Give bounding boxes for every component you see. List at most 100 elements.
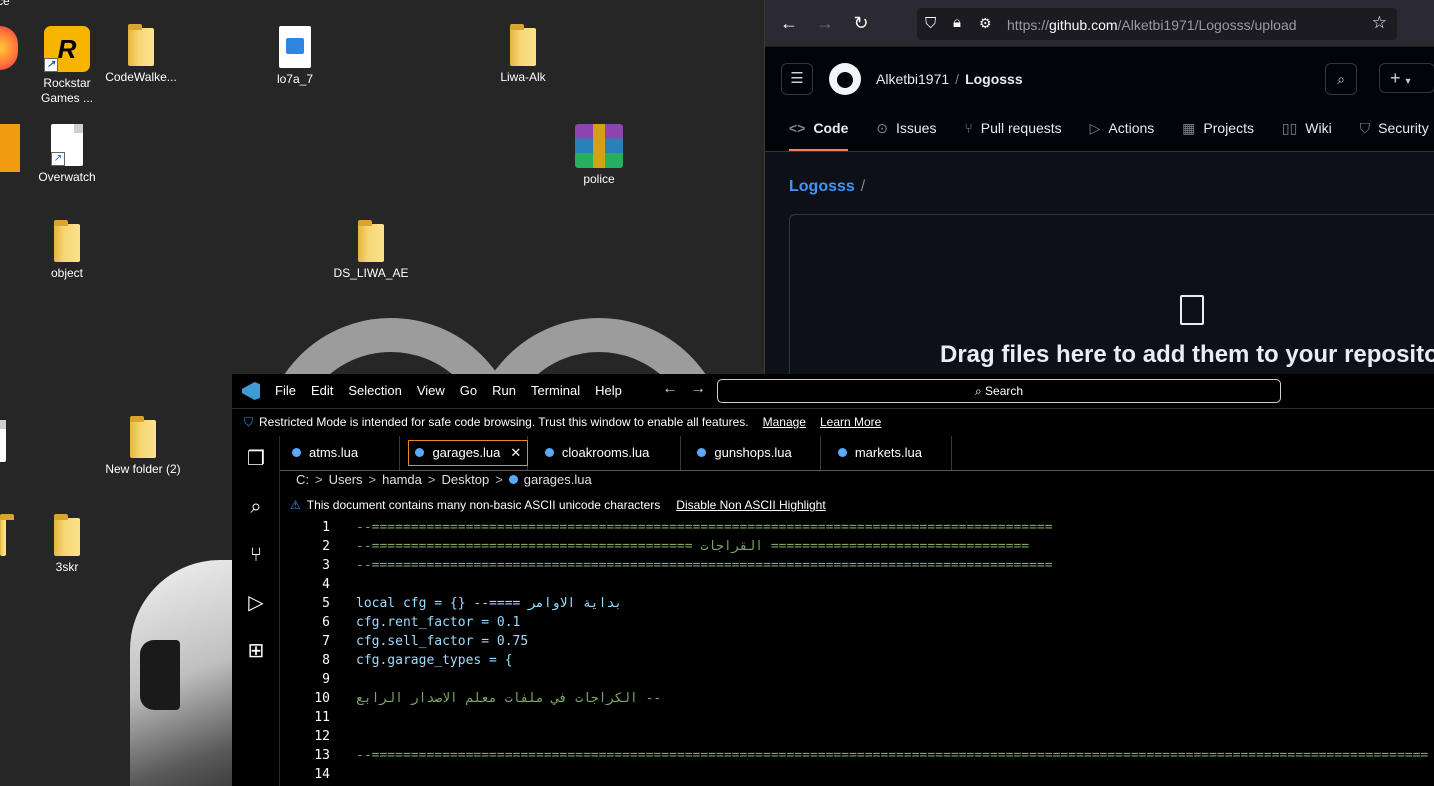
menu-edit[interactable]: Edit: [311, 383, 333, 398]
warning-text: This document contains many non-basic AS…: [306, 498, 661, 512]
disable-ascii-highlight-link[interactable]: Disable Non ASCII Highlight: [676, 498, 825, 512]
url-bar[interactable]: ⛉ 🔒︎ ⚙ https://github.com/Alketbi1971/Lo…: [917, 8, 1397, 40]
desktop-icon-new-folder-2[interactable]: New folder (2): [100, 416, 186, 477]
manage-link[interactable]: Manage: [763, 415, 806, 429]
tab-pull-requests[interactable]: ⑂ Pull requests: [964, 109, 1061, 149]
shield-icon: ⛉: [1359, 120, 1371, 136]
desktop-icon-label: lo7a_7: [276, 72, 314, 86]
tab-issues[interactable]: ⊙ Issues: [876, 109, 936, 149]
hamburger-menu-icon[interactable]: ☰: [781, 63, 813, 95]
desktop-icon-file-partial[interactable]: es: [0, 420, 20, 481]
desktop-icon-3skr[interactable]: 3skr: [24, 514, 110, 575]
line-number: 4: [322, 577, 330, 592]
play-icon: ▷: [1089, 120, 1101, 136]
tab-code[interactable]: <> Code: [789, 109, 849, 151]
desktop-icon-liwa-alk[interactable]: Liwa-Alk: [480, 24, 566, 85]
forward-arrow-icon[interactable]: →: [690, 380, 706, 397]
code-line: 12: [280, 727, 1434, 746]
search-icon[interactable]: ⌕: [1325, 63, 1357, 95]
desktop-icon-police[interactable]: police: [556, 124, 642, 187]
menu-help[interactable]: Help: [595, 383, 622, 398]
code-editor[interactable]: 1 --=====================================…: [280, 518, 1434, 786]
desktop-icon-object[interactable]: object: [24, 220, 110, 281]
tab-wiki[interactable]: ▯▯ Wiki: [1282, 109, 1332, 149]
tab-markets-lua[interactable]: markets.lua: [826, 436, 952, 470]
tab-cloakrooms-lua[interactable]: cloakrooms.lua: [533, 436, 681, 470]
search-icon[interactable]: ⌕: [243, 494, 269, 520]
desktop-icon-app-partial[interactable]: M: [0, 124, 20, 191]
chevron-right-icon: >: [495, 472, 503, 487]
non-ascii-warning: ⚠ This document contains many non-basic A…: [290, 494, 826, 516]
menu-go[interactable]: Go: [460, 383, 477, 398]
desktop-icon-label: CodeWalke...: [105, 70, 177, 84]
desktop-icon-overwatch[interactable]: ↗ Overwatch: [24, 124, 110, 185]
repo-nav-tabs: <> Code ⊙ Issues ⑂ Pull requests ▷ Actions ▦…: [765, 109, 1429, 151]
line-number: 7: [322, 634, 330, 649]
restricted-mode-banner: ⛉ Restricted Mode is intended for safe co…: [232, 409, 1434, 435]
breadcrumb-item[interactable]: C:: [296, 472, 309, 487]
owner-link[interactable]: Alketbi1971: [876, 71, 949, 87]
vscode-logo-icon: [242, 382, 260, 400]
tab-actions[interactable]: ▷ Actions: [1090, 109, 1155, 149]
reload-icon[interactable]: ↻: [850, 13, 872, 33]
bookmark-star-icon[interactable]: ☆: [1372, 13, 1387, 33]
tab-garages-lua[interactable]: garages.lua ✕: [404, 436, 529, 470]
permissions-icon[interactable]: ⚙: [979, 15, 992, 32]
desktop-icon-label: DS_LIWA_AE: [333, 266, 409, 280]
desktop-icon-firefox[interactable]: ox: [0, 26, 20, 89]
tab-gunshops-lua[interactable]: gunshops.lua: [685, 436, 822, 470]
menu-terminal[interactable]: Terminal: [531, 383, 580, 398]
repo-link[interactable]: Logosss: [965, 71, 1023, 87]
repo-path-link[interactable]: Logosss: [789, 178, 855, 195]
forward-arrow-icon[interactable]: →: [814, 13, 836, 33]
menu-view[interactable]: View: [417, 383, 445, 398]
desktop-icon-folder-partial[interactable]: elf: [0, 514, 20, 575]
line-number: 2: [322, 539, 330, 554]
menu-run[interactable]: Run: [492, 383, 516, 398]
learn-more-link[interactable]: Learn More: [820, 415, 881, 429]
lua-file-icon: [292, 448, 301, 457]
desktop-icon-lo7a7[interactable]: lo7a_7: [252, 26, 338, 87]
line-text: الكراجات في ملفات معلم الاصدار الرابع --: [356, 691, 662, 706]
breadcrumb-item[interactable]: garages.lua: [524, 472, 592, 487]
shortcut-arrow-icon: ↗: [44, 58, 58, 72]
code-line: 13 --====================================…: [280, 746, 1434, 765]
line-text: --======================================…: [356, 520, 1053, 535]
file-dropzone[interactable]: Drag files here to add them to your repo…: [789, 214, 1434, 374]
menu-file[interactable]: File: [275, 383, 296, 398]
run-debug-icon[interactable]: ▷: [243, 590, 269, 616]
chevron-down-icon: ▾: [1405, 76, 1411, 87]
tab-security[interactable]: ⛉ Security: [1360, 109, 1429, 149]
back-arrow-icon[interactable]: ←: [662, 380, 678, 397]
desktop-icon-label: Overwatch: [38, 170, 96, 184]
explorer-icon[interactable]: ❐: [243, 446, 269, 472]
tab-label: Pull requests: [980, 120, 1062, 136]
tracking-shield-icon[interactable]: ⛉: [925, 15, 936, 32]
breadcrumb-item[interactable]: Desktop: [441, 472, 489, 487]
lock-icon[interactable]: 🔒︎: [953, 14, 961, 31]
file-icon: ↗: [51, 124, 83, 166]
menu-selection[interactable]: Selection: [348, 383, 401, 398]
tab-atms-lua[interactable]: atms.lua: [280, 436, 400, 470]
extensions-icon[interactable]: ⊞: [243, 638, 269, 664]
desktop-icon-partial-top[interactable]: nce: [0, 0, 30, 9]
back-arrow-icon[interactable]: ←: [778, 13, 800, 33]
github-logo-icon[interactable]: [829, 63, 861, 95]
tab-projects[interactable]: ▦ Projects: [1182, 109, 1254, 149]
create-new-button[interactable]: + ▾: [1379, 63, 1434, 93]
code-line: 7 cfg.sell_factor = 0.75: [280, 632, 1434, 651]
chevron-right-icon: >: [427, 472, 436, 487]
desktop-icon-codewalker[interactable]: CodeWalke...: [98, 24, 184, 85]
breadcrumb-item[interactable]: hamda: [382, 472, 422, 487]
lua-file-icon: [837, 448, 847, 457]
desktop-icon-ds-liwa-ae[interactable]: DS_LIWA_AE: [328, 220, 414, 281]
close-icon[interactable]: ✕: [510, 445, 521, 460]
breadcrumb-item[interactable]: Users: [329, 472, 363, 487]
code-line: 5 local cfg = {} --==== بداية الاوامر: [280, 594, 1434, 613]
command-center-search[interactable]: ⌕ Search: [717, 379, 1281, 403]
url-text[interactable]: https://github.com/Alketbi1971/Logosss/u…: [1007, 17, 1297, 33]
code-icon: <>: [789, 120, 806, 136]
desktop-icon-label: police: [583, 172, 615, 186]
source-control-icon[interactable]: ⑂: [243, 542, 269, 568]
folder-icon: [54, 514, 80, 556]
